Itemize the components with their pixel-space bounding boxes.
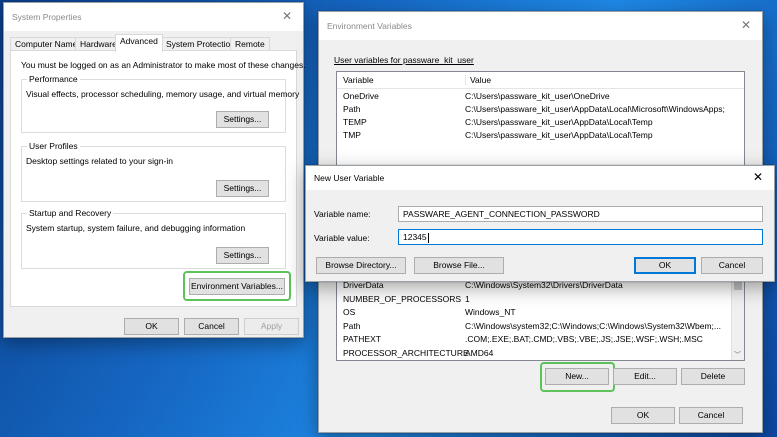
close-icon[interactable]: ✕ bbox=[279, 8, 295, 24]
variable-value-cell: .COM;.EXE;.BAT;.CMD;.VBS;.VBE;.JS;.JSE;.… bbox=[465, 334, 703, 344]
variable-name-cell: PATHEXT bbox=[343, 334, 381, 344]
variable-name-cell: Path bbox=[343, 104, 361, 114]
variable-value-field[interactable]: 12345 bbox=[398, 229, 763, 245]
user-profiles-group: User Profiles Desktop settings related t… bbox=[21, 141, 286, 202]
performance-label: Performance bbox=[27, 74, 80, 84]
env-title: Environment Variables bbox=[327, 21, 412, 31]
variable-name-cell: OneDrive bbox=[343, 91, 379, 101]
system-properties-title: System Properties bbox=[12, 12, 82, 22]
variable-value-cell: Windows_NT bbox=[465, 307, 516, 317]
system-apply-button[interactable]: Apply bbox=[244, 318, 299, 335]
new-var-ok-button[interactable]: OK bbox=[634, 257, 696, 274]
list-item[interactable]: NUMBER_OF_PROCESSORS 1 bbox=[337, 293, 744, 306]
startup-recovery-group: Startup and Recovery System startup, sys… bbox=[21, 208, 286, 269]
env-ok-button[interactable]: OK bbox=[611, 407, 675, 424]
tab-remote[interactable]: Remote bbox=[230, 37, 270, 51]
env-cancel-button[interactable]: Cancel bbox=[679, 407, 743, 424]
new-var-cancel-button[interactable]: Cancel bbox=[701, 257, 763, 274]
variable-name-cell: NUMBER_OF_PROCESSORS bbox=[343, 293, 462, 304]
user-list-header: Variable Value bbox=[337, 72, 744, 89]
user-profiles-desc: Desktop settings related to your sign-in bbox=[26, 156, 173, 166]
variable-value-cell: C:\Users\passware_kit_user\AppData\Local… bbox=[465, 104, 725, 114]
list-item[interactable]: TMP C:\Users\passware_kit_user\AppData\Lo… bbox=[337, 129, 744, 142]
variable-value-cell: AMD64 bbox=[465, 347, 494, 358]
startup-settings-button[interactable]: Settings... bbox=[216, 247, 269, 264]
system-variables-list[interactable]: DriverData C:\Windows\System32\Drivers\Dr… bbox=[336, 274, 745, 361]
close-icon[interactable]: ✕ bbox=[750, 169, 766, 185]
variable-value-cell: C:\Users\passware_kit_user\AppData\Local… bbox=[465, 117, 653, 127]
variable-value-cell: 1 bbox=[465, 293, 470, 304]
performance-group: Performance Visual effects, processor sc… bbox=[21, 74, 299, 133]
startup-recovery-desc: System startup, system failure, and debu… bbox=[26, 223, 246, 233]
col-variable-header: Variable bbox=[343, 75, 374, 85]
env-titlebar: Environment Variables ✕ bbox=[319, 12, 762, 40]
new-variable-button[interactable]: New... bbox=[545, 368, 609, 385]
user-profiles-label: User Profiles bbox=[27, 141, 80, 151]
system-ok-button[interactable]: OK bbox=[124, 318, 179, 335]
list-item[interactable]: OneDrive C:\Users\passware_kit_user\OneDr… bbox=[337, 90, 744, 103]
new-var-titlebar: New User Variable ✕ bbox=[306, 166, 774, 190]
list-item[interactable]: PROCESSOR_ARCHITECTURE AMD64 bbox=[337, 347, 744, 360]
performance-settings-button[interactable]: Settings... bbox=[216, 111, 269, 128]
advanced-tab-page: You must be logged on as an Administrato… bbox=[10, 50, 306, 307]
system-cancel-button[interactable]: Cancel bbox=[184, 318, 239, 335]
close-icon[interactable]: ✕ bbox=[738, 17, 754, 33]
variable-name-cell: TMP bbox=[343, 130, 361, 140]
variable-name-cell: OS bbox=[343, 307, 356, 317]
new-user-variable-dialog: New User Variable ✕ Variable name: PASSW… bbox=[305, 165, 775, 282]
tab-system-protection[interactable]: System Protection bbox=[161, 37, 240, 51]
variable-name-label: Variable name: bbox=[314, 209, 371, 219]
scrollbar[interactable]: ﹀ bbox=[731, 274, 744, 360]
delete-variable-button[interactable]: Delete bbox=[681, 368, 745, 385]
variable-value-cell: C:\Users\passware_kit_user\OneDrive bbox=[465, 91, 610, 101]
system-properties-window: System Properties ✕ Computer Name Hardwa… bbox=[3, 2, 306, 338]
list-item[interactable]: PATHEXT .COM;.EXE;.BAT;.CMD;.VBS;.VBE;.JS… bbox=[337, 333, 744, 346]
list-item[interactable]: Path C:\Windows\system32;C:\Windows;C:\Wi… bbox=[337, 320, 744, 333]
tab-advanced[interactable]: Advanced bbox=[115, 34, 163, 52]
variable-name-cell: Path bbox=[343, 320, 361, 331]
user-variables-section-label: User variables for passware_kit_user bbox=[334, 55, 474, 65]
admin-note: You must be logged on as an Administrato… bbox=[21, 60, 306, 70]
list-item[interactable]: OS Windows_NT bbox=[337, 306, 744, 319]
chevron-down-icon[interactable]: ﹀ bbox=[734, 350, 741, 360]
environment-variables-button[interactable]: Environment Variables... bbox=[189, 278, 285, 295]
browse-file-button[interactable]: Browse File... bbox=[414, 257, 504, 274]
variable-name-cell: TEMP bbox=[343, 117, 367, 127]
variable-value-label: Variable value: bbox=[314, 233, 370, 243]
variable-name-cell: PROCESSOR_ARCHITECTURE bbox=[343, 347, 469, 358]
performance-desc: Visual effects, processor scheduling, me… bbox=[26, 89, 300, 99]
col-value-header: Value bbox=[465, 75, 491, 85]
list-item[interactable]: Path C:\Users\passware_kit_user\AppData\L… bbox=[337, 103, 744, 116]
list-item[interactable]: TEMP C:\Users\passware_kit_user\AppData\L… bbox=[337, 116, 744, 129]
edit-variable-button[interactable]: Edit... bbox=[613, 368, 677, 385]
tab-computer-name[interactable]: Computer Name bbox=[10, 37, 83, 51]
system-properties-titlebar: System Properties ✕ bbox=[4, 3, 303, 31]
user-profiles-settings-button[interactable]: Settings... bbox=[216, 180, 269, 197]
variable-value-cell: C:\Windows\system32;C:\Windows;C:\Window… bbox=[465, 320, 722, 331]
variable-name-field[interactable]: PASSWARE_AGENT_CONNECTION_PASSWORD bbox=[398, 206, 763, 222]
browse-directory-button[interactable]: Browse Directory... bbox=[316, 257, 406, 274]
startup-recovery-label: Startup and Recovery bbox=[27, 208, 114, 218]
variable-value-cell: C:\Users\passware_kit_user\AppData\Local… bbox=[465, 130, 653, 140]
new-var-title: New User Variable bbox=[314, 173, 385, 183]
text-cursor bbox=[427, 232, 429, 243]
